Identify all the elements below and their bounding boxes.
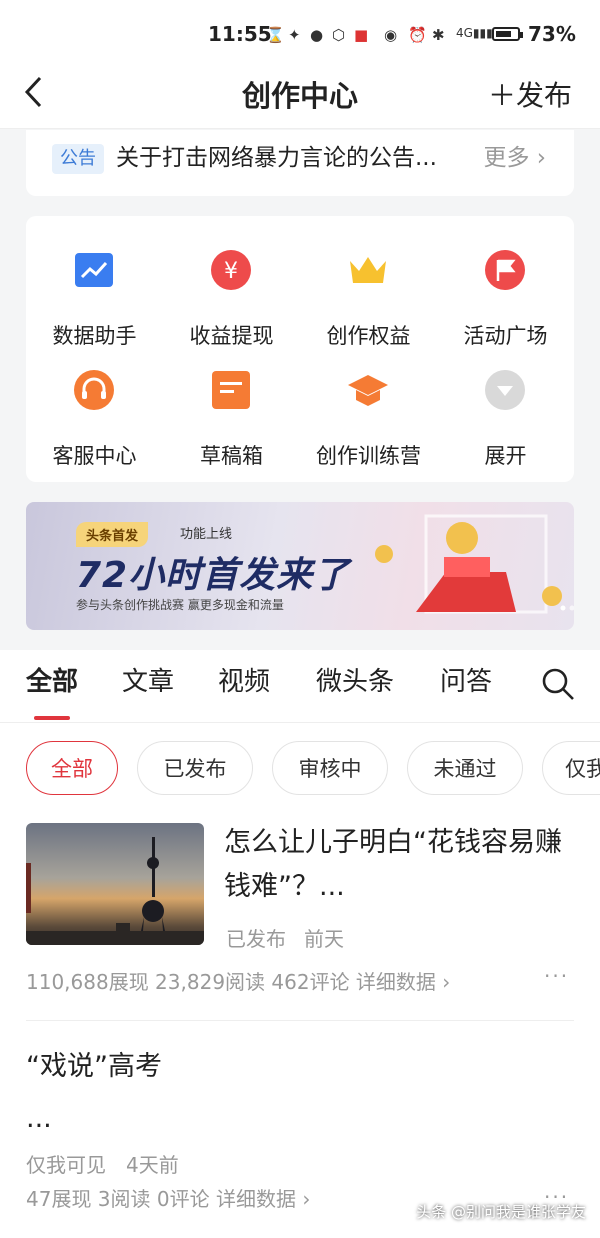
eye-icon: ◉	[384, 26, 398, 44]
flag-icon	[485, 250, 525, 290]
article-excerpt: ...	[26, 1103, 52, 1134]
more-options-icon[interactable]: ···	[544, 964, 569, 988]
article-thumbnail[interactable]	[26, 823, 204, 945]
tower-silhouette	[26, 837, 204, 945]
grid-item-customer-service[interactable]: 客服中心	[26, 354, 163, 474]
banner-title: 72小时首发来了	[76, 555, 351, 596]
grid-item-label: 创作训练营	[316, 444, 421, 468]
svg-text:¥: ¥	[224, 259, 238, 284]
article-status: 仅我可见	[26, 1153, 106, 1177]
expand-icon	[485, 370, 525, 410]
grid-item-label: 展开	[484, 444, 527, 468]
app-icon: ✦	[288, 26, 301, 44]
publish-button[interactable]: ＋发布	[488, 74, 572, 118]
notice-more-link[interactable]: 更多 ›	[483, 140, 546, 176]
signal-icon: 4G▮▮▮	[456, 26, 493, 40]
tab-all[interactable]: 全部	[26, 662, 78, 702]
crown-icon	[350, 257, 386, 283]
back-button[interactable]	[22, 74, 44, 119]
function-grid: 数据助手 ¥ 收益提现 创作权益 活动广场 客服中心 草稿箱 创作训练营 展开	[26, 216, 574, 482]
battery-percentage: 73%	[528, 22, 576, 46]
article-time: 前天	[304, 927, 344, 951]
article-stats[interactable]: 110,688展现 23,829阅读 462评论 详细数据 ›	[26, 966, 450, 995]
grid-item-data-assistant[interactable]: 数据助手	[26, 234, 163, 354]
grid-item-training[interactable]: 创作训练营	[300, 354, 437, 474]
tab-micro-posts[interactable]: 微头条	[316, 662, 394, 702]
filter-published[interactable]: 已发布	[137, 741, 253, 795]
content-list: 怎么让儿子明白“花钱容易赚钱难”？... 已发布 前天 110,688展现 23…	[0, 817, 600, 1238]
chart-icon	[75, 253, 113, 287]
filter-rejected[interactable]: 未通过	[407, 741, 523, 795]
bluetooth-icon: ✱	[432, 26, 445, 44]
article-time: 4天前	[126, 1153, 179, 1177]
tab-videos[interactable]: 视频	[218, 662, 270, 702]
banner-tag-secondary: 功能上线	[180, 527, 233, 542]
status-bar: 11:55 ⌛ ✦ ● ⬡ ■ ◉ ⏰ ✱ 4G▮▮▮ 73%	[0, 0, 600, 66]
notice-bar[interactable]: 公告 关于打击网络暴力言论的公告... 更多 ›	[26, 130, 574, 196]
grid-item-label: 数据助手	[52, 324, 137, 348]
tab-articles[interactable]: 文章	[122, 662, 174, 702]
banner-subtitle: 参与头条创作挑战赛 赢更多现金和流量	[76, 598, 284, 612]
banner-graphic	[375, 514, 574, 614]
grid-item-label: 草稿箱	[200, 444, 263, 468]
grid-item-rights[interactable]: 创作权益	[300, 234, 437, 354]
battery-icon	[492, 27, 523, 41]
headset-icon	[74, 370, 114, 410]
grid-item-label: 活动广场	[463, 324, 548, 348]
grid-item-label: 客服中心	[52, 444, 137, 468]
yuan-icon: ¥	[211, 250, 251, 290]
article-title[interactable]: “戏说”高考	[26, 1045, 162, 1089]
nav-bar: 创作中心 ＋发布	[0, 66, 600, 129]
filter-private[interactable]: 仅我	[542, 741, 600, 795]
grid-item-expand[interactable]: 展开	[437, 354, 574, 474]
content-tabs: 全部 文章 视频 微头条 问答	[0, 650, 600, 723]
draft-icon	[212, 371, 250, 409]
alarm-icon: ⏰	[408, 26, 427, 44]
grid-item-label: 收益提现	[189, 324, 274, 348]
grid-item-activity[interactable]: 活动广场	[437, 234, 574, 354]
hourglass-icon: ⌛	[266, 26, 285, 44]
graduation-cap-icon	[348, 375, 388, 406]
divider	[26, 1020, 574, 1021]
article-title[interactable]: 怎么让儿子明白“花钱容易赚钱难”？...	[224, 821, 574, 909]
app-icon: ■	[354, 26, 369, 44]
notice-text[interactable]: 关于打击网络暴力言论的公告...	[116, 140, 466, 176]
search-icon[interactable]	[540, 666, 576, 702]
article-status: 已发布	[226, 927, 286, 951]
app-icon: ⬡	[332, 26, 346, 44]
status-time: 11:55	[208, 22, 272, 46]
grid-item-label: 创作权益	[326, 324, 411, 348]
back-arrow-icon	[24, 76, 42, 108]
tab-qa[interactable]: 问答	[440, 662, 492, 702]
article-stats[interactable]: 47展现 3阅读 0评论 详细数据 ›	[26, 1183, 310, 1212]
notice-badge: 公告	[52, 144, 104, 174]
grid-item-earnings[interactable]: ¥ 收益提现	[163, 234, 300, 354]
banner-tag: 头条首发	[76, 522, 149, 547]
active-tab-indicator	[34, 716, 70, 720]
grid-item-drafts[interactable]: 草稿箱	[163, 354, 300, 474]
promo-banner[interactable]: 头条首发 功能上线 72小时首发来了 参与头条创作挑战赛 赢更多现金和流量	[26, 502, 574, 630]
filter-all[interactable]: 全部	[26, 741, 118, 795]
status-filters: 全部 已发布 审核中 未通过 仅我	[0, 723, 600, 817]
message-icon: ●	[310, 26, 324, 44]
filter-reviewing[interactable]: 审核中	[272, 741, 388, 795]
watermark: 头条 @别问我是谁张学友	[416, 1203, 586, 1221]
